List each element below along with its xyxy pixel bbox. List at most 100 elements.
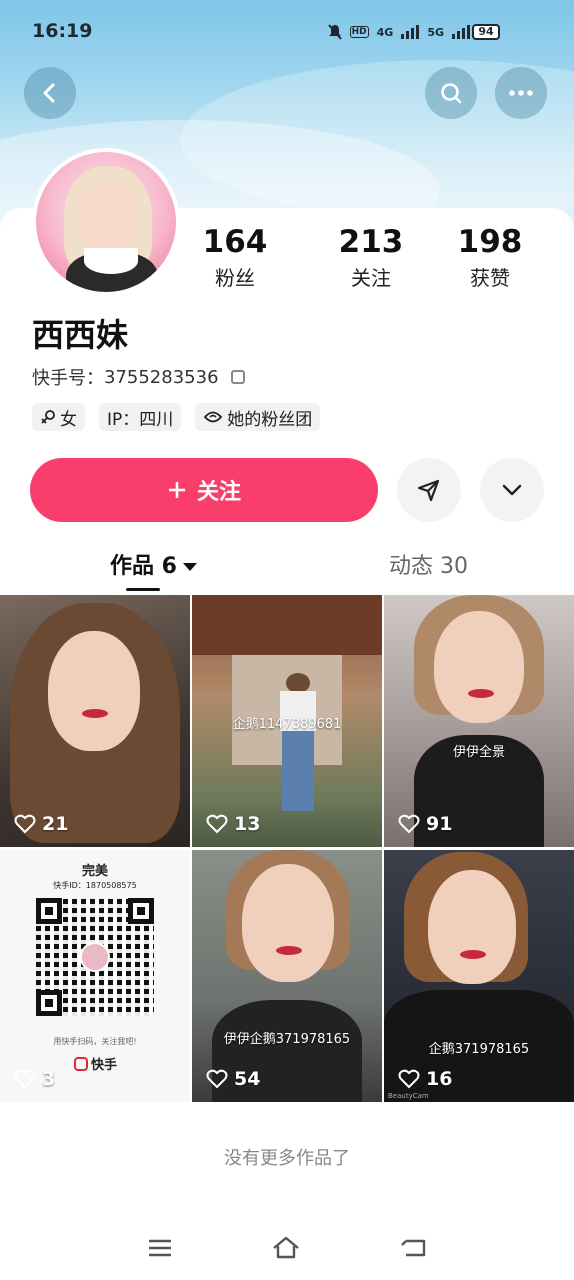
- fan-group-icon: [204, 411, 223, 423]
- stat-following-value: 213: [338, 224, 404, 260]
- network-4g-label: 4G: [376, 25, 394, 39]
- like-count: 21: [14, 813, 68, 835]
- post-face: [428, 870, 516, 984]
- qr-corner: [36, 990, 62, 1016]
- no-more-posts: 没有更多作品了: [224, 1148, 350, 1169]
- heart-icon: [206, 1069, 228, 1089]
- home-nav-button[interactable]: [270, 1234, 302, 1262]
- stat-following-label: 关注: [351, 266, 391, 290]
- post-watermark: BeautyCam: [388, 1092, 429, 1100]
- post-face: [434, 611, 524, 723]
- tab-moments[interactable]: 动态 30: [389, 548, 468, 580]
- back-nav-button[interactable]: [398, 1234, 430, 1262]
- post-roof: [192, 595, 382, 655]
- qr-title: 完美: [81, 864, 108, 879]
- signal-4g-icon: [401, 25, 420, 39]
- stat-likes[interactable]: 198 获赞: [435, 224, 545, 291]
- stat-fans-value: 164: [202, 224, 268, 260]
- profile-tags: 女 IP：四川 她的粉丝团: [32, 403, 321, 431]
- post-face: [242, 864, 334, 982]
- signal-5g-icon: [452, 25, 470, 39]
- like-count: 13: [206, 813, 260, 835]
- fan-group-tag-label: 她的粉丝团: [227, 409, 313, 430]
- post-overlay-text: 企鹅1147389681: [232, 717, 342, 732]
- network-5g-label: 5G: [427, 25, 444, 39]
- qr-caption: 用快手扫码，关注我吧!: [53, 1037, 137, 1046]
- like-count-value: 16: [426, 1068, 453, 1090]
- qr-avatar: [80, 942, 110, 972]
- more-dots-icon: [509, 90, 533, 96]
- post-lips: [276, 946, 302, 955]
- like-count: 16: [398, 1068, 452, 1090]
- battery-icon: 94: [472, 24, 500, 40]
- heart-icon: [206, 814, 228, 834]
- heart-icon: [14, 1069, 36, 1089]
- post-thumbnail[interactable]: 伊伊全景 91: [384, 595, 574, 847]
- return-icon: [401, 1239, 426, 1257]
- gender-tag-label: 女: [60, 409, 77, 430]
- more-button[interactable]: [495, 67, 547, 119]
- avatar-face: [78, 182, 138, 252]
- like-count: 54: [206, 1068, 260, 1090]
- mute-bell-icon: [327, 24, 342, 40]
- post-overlay-text: 伊伊全景: [452, 745, 505, 760]
- like-count-value: 54: [234, 1068, 261, 1090]
- stat-likes-label: 获赞: [470, 266, 510, 290]
- post-thumbnail[interactable]: 21: [0, 595, 190, 847]
- post-thumbnail[interactable]: 完美 快手ID：1870508575 用快手扫码，关注我吧! 快手 3: [0, 850, 190, 1102]
- system-nav-bar: [0, 1220, 574, 1280]
- qr-id: 快手ID：1870508575: [53, 881, 137, 890]
- post-thumbnail[interactable]: 企鹅1147389681 13: [192, 595, 382, 847]
- follow-button-label: 关注: [196, 480, 241, 505]
- like-count-value: 13: [234, 813, 261, 835]
- post-thumbnail[interactable]: 企鹅371978165 BeautyCam 16: [384, 850, 574, 1102]
- post-overlay-text: 企鹅371978165: [428, 1042, 530, 1057]
- status-time: 16:19: [32, 20, 93, 42]
- female-icon: [41, 410, 55, 424]
- stat-following[interactable]: 213 关注: [316, 224, 426, 291]
- avatar-collar: [84, 248, 138, 274]
- expand-button[interactable]: [480, 458, 544, 522]
- search-icon: [441, 83, 462, 104]
- user-id-label: 快手号：: [32, 368, 104, 389]
- user-id: 快手号： 3755283536: [32, 364, 245, 390]
- post-person-skirt: [282, 731, 314, 811]
- message-button[interactable]: [397, 458, 461, 522]
- profile-name: 西西妹: [32, 316, 129, 354]
- back-button[interactable]: [24, 67, 76, 119]
- post-overlay-text: 伊伊企鹅371978165: [223, 1032, 351, 1047]
- gender-tag: 女: [32, 403, 85, 431]
- chevron-left-icon: [43, 83, 55, 103]
- post-lips: [468, 689, 494, 698]
- qr-corner: [36, 898, 62, 924]
- post-lips: [82, 709, 108, 718]
- tab-underline: [126, 588, 160, 591]
- copy-icon[interactable]: [230, 370, 245, 384]
- heart-icon: [398, 1069, 420, 1089]
- send-icon: [417, 479, 440, 502]
- post-face: [48, 631, 140, 751]
- like-count: 3: [14, 1068, 55, 1090]
- status-bar: 16:19 HD 4G 5G 94: [0, 0, 574, 66]
- kuaishou-brand: 快手: [91, 1058, 118, 1073]
- heart-icon: [398, 814, 420, 834]
- heart-icon: [14, 814, 36, 834]
- fan-group-tag[interactable]: 她的粉丝团: [195, 403, 321, 431]
- user-id-value: 3755283536: [104, 366, 219, 388]
- tab-works[interactable]: 作品 6: [110, 548, 197, 580]
- like-count-value: 91: [426, 813, 453, 835]
- search-button[interactable]: [425, 67, 477, 119]
- follow-button[interactable]: 关注: [30, 458, 378, 522]
- post-grid: 21 企鹅1147389681 13 伊伊全景 91 完美 快手ID：18705…: [0, 595, 574, 1103]
- stat-fans[interactable]: 164 粉丝: [180, 224, 290, 291]
- chevron-down-icon: [502, 484, 522, 496]
- kuaishou-icon: [74, 1056, 88, 1071]
- qr-corner: [128, 898, 154, 924]
- hd-badge: HD: [349, 26, 369, 38]
- menu-nav-button[interactable]: [144, 1234, 176, 1262]
- like-count-value: 21: [42, 813, 69, 835]
- caret-down-icon: [182, 563, 197, 571]
- post-lips: [460, 950, 486, 959]
- post-thumbnail[interactable]: 伊伊企鹅371978165 54: [192, 850, 382, 1102]
- avatar[interactable]: [32, 148, 180, 296]
